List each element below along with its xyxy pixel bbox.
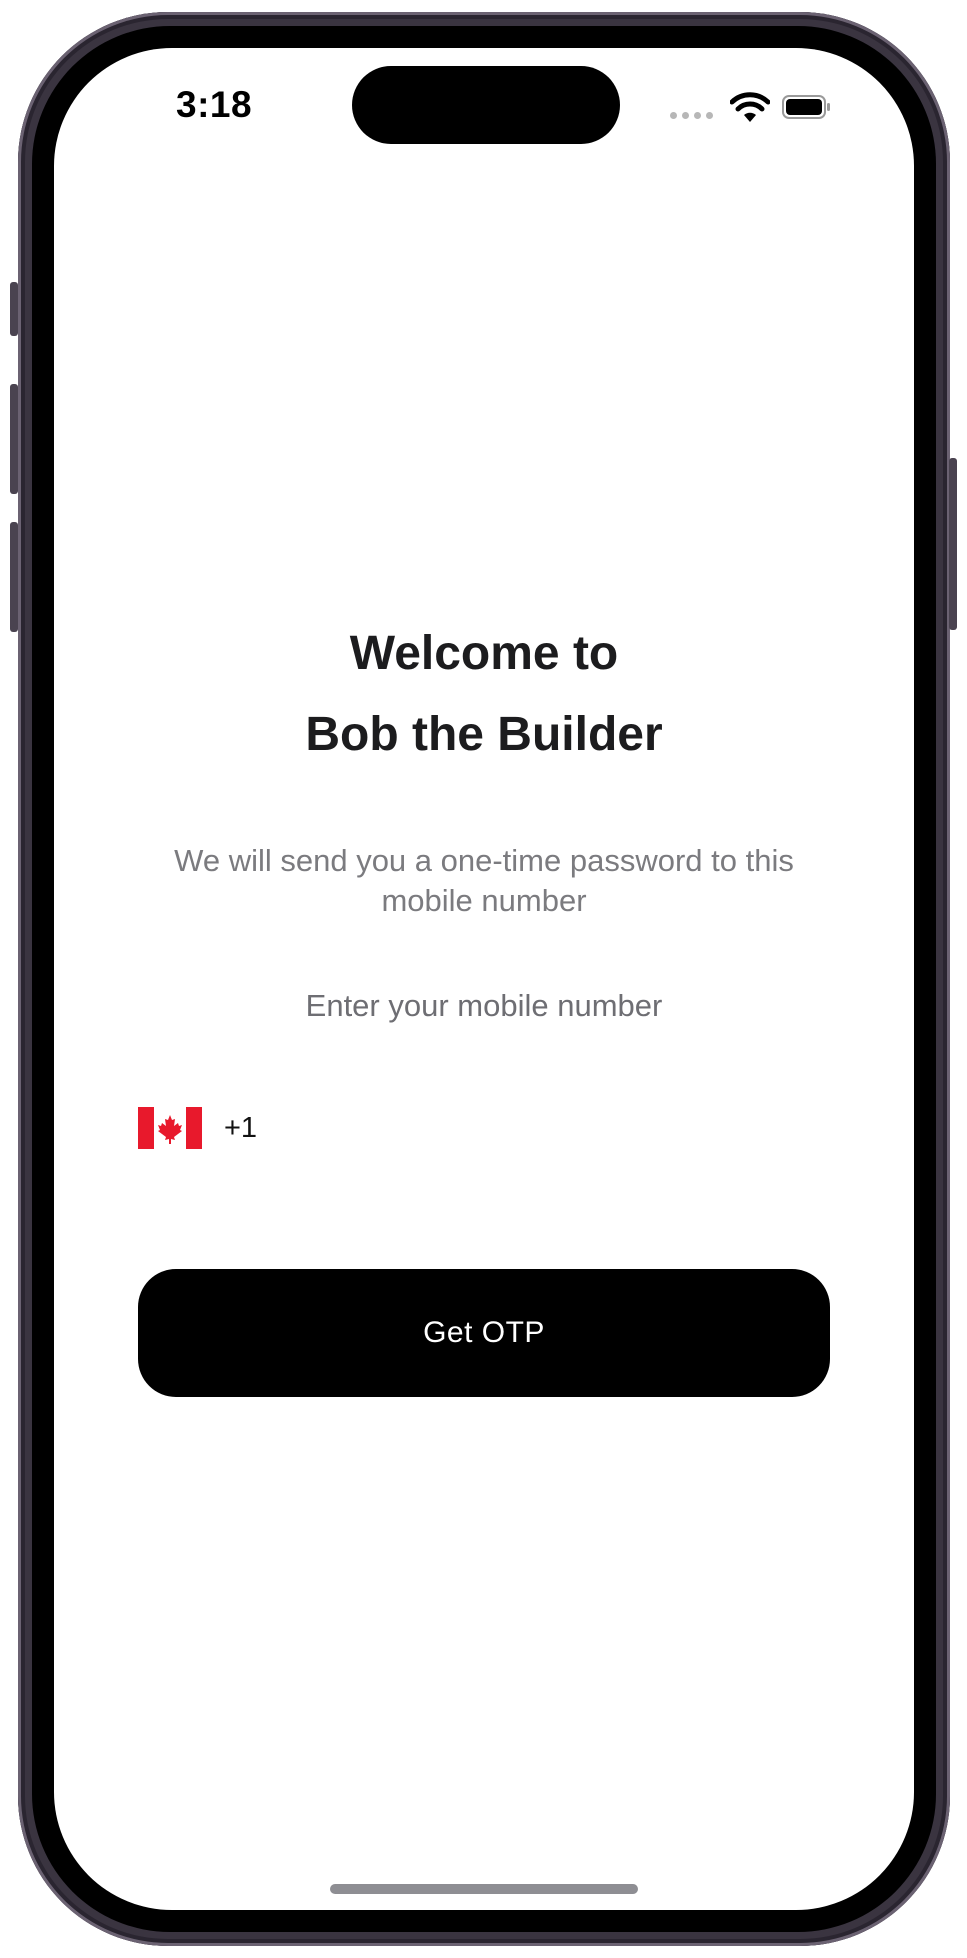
country-code-selector[interactable]: +1 bbox=[138, 1106, 257, 1150]
action-button bbox=[10, 282, 18, 336]
otp-description: We will send you a one-time password to … bbox=[174, 843, 794, 918]
app-screen: 3:18 Welcome to Bob the Builder We will … bbox=[54, 48, 914, 1910]
app-name-title: Bob the Builder bbox=[305, 708, 663, 761]
status-time: 3:18 bbox=[176, 84, 253, 125]
cellular-signal-icon bbox=[670, 112, 713, 119]
dynamic-island bbox=[352, 66, 620, 144]
welcome-title-line-1: Welcome to bbox=[349, 627, 619, 680]
canada-flag-icon bbox=[138, 1107, 202, 1149]
battery-icon bbox=[782, 95, 830, 119]
volume-down-button bbox=[10, 522, 18, 632]
power-button bbox=[949, 458, 957, 630]
mobile-number-label: Enter your mobile number bbox=[305, 988, 663, 1023]
dial-code: +1 bbox=[224, 1111, 258, 1144]
get-otp-button[interactable]: Get OTP bbox=[138, 1269, 830, 1397]
home-indicator[interactable] bbox=[330, 1884, 638, 1894]
volume-up-button bbox=[10, 384, 18, 494]
mobile-number-input[interactable] bbox=[284, 1100, 828, 1158]
wifi-icon bbox=[730, 92, 770, 122]
